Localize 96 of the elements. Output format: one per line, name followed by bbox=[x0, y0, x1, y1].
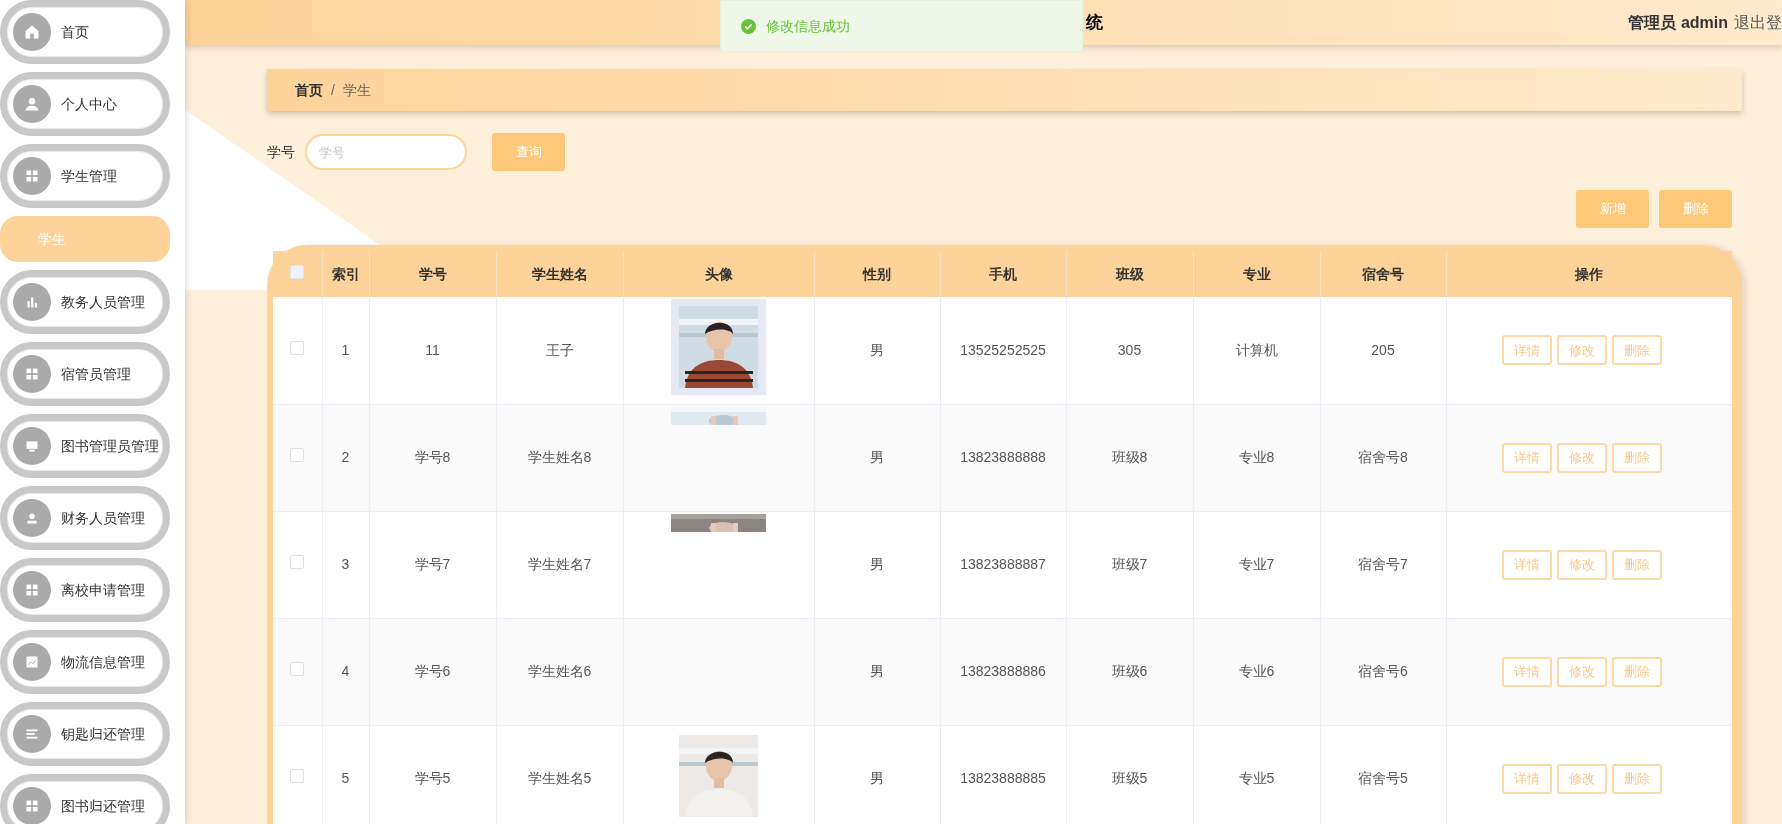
table-cell: 男 bbox=[870, 556, 884, 572]
delete-button[interactable]: 删除 bbox=[1612, 763, 1663, 794]
table-cell: 205 bbox=[1371, 341, 1395, 358]
table-cell: 学号6 bbox=[414, 663, 451, 679]
column-header: 性别 bbox=[863, 265, 891, 282]
edit-button[interactable]: 修改 bbox=[1557, 549, 1608, 580]
column-header: 操作 bbox=[1575, 265, 1604, 282]
column-header: 专业 bbox=[1242, 265, 1271, 282]
search-label: 学号 bbox=[267, 142, 295, 162]
table-cell: 1 bbox=[341, 341, 350, 358]
logout-link[interactable]: 退出登 bbox=[1734, 10, 1782, 35]
sidebar-item[interactable]: 物流信息管理 bbox=[0, 630, 170, 694]
table-cell: 宿舍号6 bbox=[1358, 663, 1408, 679]
delete-button[interactable]: 删除 bbox=[1659, 190, 1732, 228]
sidebar-item[interactable]: 财务人员管理 bbox=[0, 486, 170, 550]
delete-button[interactable]: 删除 bbox=[1612, 656, 1663, 687]
table-cell: 5 bbox=[341, 770, 350, 786]
column-header: 学生姓名 bbox=[531, 265, 588, 282]
table-cell: 学号8 bbox=[414, 449, 451, 465]
table-cell: 王子 bbox=[545, 341, 574, 358]
table-cell: 计算机 bbox=[1235, 341, 1278, 358]
table-cell: 专业8 bbox=[1238, 449, 1275, 465]
breadcrumb-current: 学生 bbox=[342, 80, 371, 100]
table-cell: 3 bbox=[341, 556, 350, 572]
delete-button[interactable]: 删除 bbox=[1612, 335, 1663, 366]
table-cell: 宿舍号7 bbox=[1358, 556, 1408, 572]
edit-button[interactable]: 修改 bbox=[1557, 763, 1608, 794]
edit-button[interactable]: 修改 bbox=[1557, 335, 1608, 366]
search-field[interactable]: 学号 bbox=[305, 134, 467, 170]
table-cell: 学生姓名7 bbox=[527, 556, 592, 572]
delete-button[interactable]: 删除 bbox=[1612, 442, 1663, 473]
column-header: 索引 bbox=[331, 265, 360, 282]
table-cell: 学号7 bbox=[414, 556, 451, 572]
toast-message: 修改信息成功 bbox=[766, 16, 850, 36]
table-cell: 2 bbox=[341, 449, 350, 465]
table-cell: 宿舍号8 bbox=[1358, 449, 1408, 465]
sidebar-item[interactable]: 钥匙归还管理 bbox=[0, 702, 170, 766]
table-cell: 13525252525 bbox=[960, 341, 1046, 358]
checkbox[interactable] bbox=[290, 662, 305, 676]
edit-button[interactable]: 修改 bbox=[1557, 656, 1608, 687]
table-cell: 班级5 bbox=[1111, 770, 1148, 786]
column-header: 手机 bbox=[989, 265, 1017, 282]
table-cell: 男 bbox=[870, 341, 884, 358]
table-cell: 13823888885 bbox=[960, 770, 1046, 786]
breadcrumb-link[interactable]: 首页 bbox=[295, 79, 323, 101]
checkbox[interactable] bbox=[290, 448, 305, 462]
detail-button[interactable]: 详情 bbox=[1502, 549, 1553, 580]
column-header: 宿舍号 bbox=[1362, 265, 1404, 282]
search-button[interactable]: 查询 bbox=[492, 133, 565, 171]
sidebar-item[interactable]: 离校申请管理 bbox=[0, 558, 170, 622]
checkbox[interactable] bbox=[290, 340, 305, 355]
table-cell: 男 bbox=[870, 663, 884, 679]
detail-button[interactable]: 详情 bbox=[1502, 656, 1553, 687]
table-cell: 11 bbox=[425, 341, 440, 358]
sidebar-item[interactable]: 学生管理 bbox=[0, 144, 170, 208]
edit-button[interactable]: 修改 bbox=[1557, 442, 1608, 473]
add-button[interactable]: 新增 bbox=[1576, 190, 1649, 228]
table-cell: 专业5 bbox=[1238, 770, 1275, 786]
detail-button[interactable]: 详情 bbox=[1502, 335, 1553, 366]
sidebar-subitem[interactable]: 学生 bbox=[0, 216, 170, 262]
table-cell: 13823888887 bbox=[960, 556, 1046, 572]
success-icon bbox=[741, 18, 756, 34]
breadcrumb-separator: / bbox=[331, 80, 335, 100]
sidebar-item[interactable]: 图书管理员管理 bbox=[0, 414, 170, 478]
table-cell: 学生姓名8 bbox=[527, 449, 592, 465]
table-cell: 宿舍号5 bbox=[1358, 770, 1408, 786]
checkbox[interactable] bbox=[290, 555, 305, 569]
delete-button[interactable]: 删除 bbox=[1612, 549, 1663, 580]
table-cell: 专业6 bbox=[1238, 663, 1275, 679]
detail-button[interactable]: 详情 bbox=[1502, 442, 1553, 473]
column-header: 学号 bbox=[418, 265, 447, 282]
table-cell: 4 bbox=[341, 663, 350, 679]
detail-button[interactable]: 详情 bbox=[1502, 763, 1553, 794]
checkbox[interactable] bbox=[290, 769, 305, 783]
sidebar-item[interactable]: 图书归还管理 bbox=[0, 774, 170, 824]
table-cell: 班级7 bbox=[1111, 556, 1148, 572]
table-cell: 13823888888 bbox=[960, 449, 1046, 465]
table-cell: 专业7 bbox=[1238, 556, 1275, 572]
table-cell: 学号5 bbox=[414, 770, 451, 786]
sidebar-item[interactable]: 教务人员管理 bbox=[0, 270, 170, 334]
sidebar-item[interactable]: 宿管员管理 bbox=[0, 342, 170, 406]
sidebar-item[interactable]: 个人中心 bbox=[0, 72, 170, 136]
sidebar-item[interactable]: 首页 bbox=[0, 0, 170, 64]
checkbox[interactable] bbox=[290, 264, 305, 279]
column-header: 班级 bbox=[1115, 265, 1144, 282]
table-cell: 学生姓名5 bbox=[527, 770, 592, 786]
table-cell: 学生姓名6 bbox=[527, 663, 592, 679]
table-cell: 男 bbox=[870, 449, 884, 465]
user-name: 管理员 admin bbox=[1628, 12, 1728, 33]
table-cell: 班级6 bbox=[1111, 663, 1148, 679]
table-cell: 305 bbox=[1117, 341, 1142, 358]
table-cell: 男 bbox=[870, 770, 884, 786]
column-header: 头像 bbox=[704, 265, 733, 282]
table-cell: 班级8 bbox=[1111, 449, 1148, 465]
table-cell: 13823888886 bbox=[960, 663, 1046, 679]
app-title: 统 bbox=[1086, 11, 1103, 34]
